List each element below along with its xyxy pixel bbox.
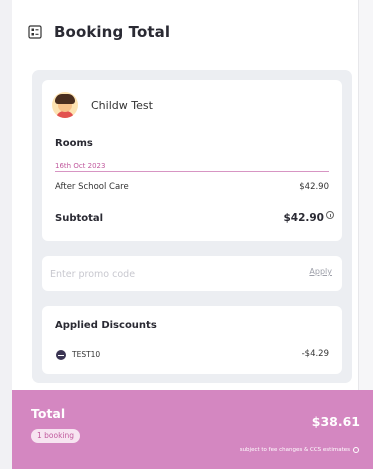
booking-count-badge: 1 booking [31,429,81,443]
apply-promo-button[interactable]: Apply [309,267,332,276]
child-name: Childw Test [91,98,153,112]
discount-code: TEST10 [72,350,101,359]
subtotal-value: $42.90 [283,212,324,224]
total-amount: $38.61 [311,414,360,429]
total-note-row: subject to fee changes & CCS estimates [240,447,359,453]
promo-code-card: Apply [42,256,342,291]
rooms-heading: Rooms [55,138,93,149]
total-bar: Total 1 booking $38.61 subject to fee ch… [12,390,373,469]
receipt-icon [28,25,42,39]
booking-details-card: Childw Test Rooms 16th Oct 2023 After Sc… [42,80,342,241]
remove-discount-icon[interactable] [56,350,66,360]
discount-amount: -$4.29 [301,349,329,359]
discounts-heading: Applied Discounts [55,320,157,331]
info-icon[interactable] [326,211,334,219]
subtotal-value-row: $42.90 [283,211,334,224]
total-disclaimer: subject to fee changes & CCS estimates [239,447,350,453]
line-item-price: $42.90 [299,182,329,192]
page-title: Booking Total [54,23,171,41]
booking-total-header: Booking Total [28,21,170,43]
date-divider [55,171,329,172]
disclaimer-info-icon[interactable] [353,447,359,453]
applied-discounts-card: Applied Discounts TEST10 -$4.29 [42,306,342,374]
child-row: Childw Test [52,92,153,118]
total-label: Total [31,406,66,421]
line-item-name: After School Care [55,182,129,192]
promo-code-input[interactable] [50,265,250,283]
booking-date: 16th Oct 2023 [55,162,106,170]
subtotal-label: Subtotal [55,213,104,224]
child-avatar [52,92,78,118]
